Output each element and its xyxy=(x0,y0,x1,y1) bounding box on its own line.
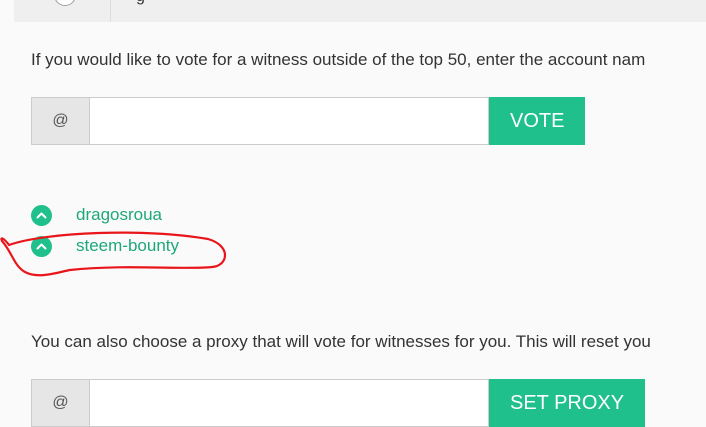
witness-item: steem-bounty xyxy=(31,235,179,257)
proxy-description: You can also choose a proxy that will vo… xyxy=(31,332,651,351)
witness-vote-form: @ VOTE xyxy=(31,97,586,145)
row-divider xyxy=(110,0,111,22)
witness-item: dragosroua xyxy=(31,204,162,226)
witness-vote-description: If you would like to vote for a witness … xyxy=(31,50,646,69)
vote-circle-icon[interactable] xyxy=(54,0,76,6)
set-proxy-button[interactable]: SET PROXY xyxy=(489,379,646,427)
at-addon: @ xyxy=(31,379,89,427)
proxy-form: @ SET PROXY xyxy=(31,379,646,427)
witness-account-input[interactable] xyxy=(89,97,489,145)
proxy-account-input[interactable] xyxy=(89,379,489,427)
at-addon: @ xyxy=(31,97,89,145)
vote-button[interactable]: VOTE xyxy=(489,97,586,145)
previous-witness-row: g xyxy=(14,0,706,22)
previous-witness-name: g xyxy=(136,0,145,6)
witness-name[interactable]: steem-bounty xyxy=(76,236,179,256)
chevron-up-circle-icon[interactable] xyxy=(31,235,52,257)
witness-name[interactable]: dragosroua xyxy=(76,205,162,225)
chevron-up-circle-icon[interactable] xyxy=(31,204,52,226)
